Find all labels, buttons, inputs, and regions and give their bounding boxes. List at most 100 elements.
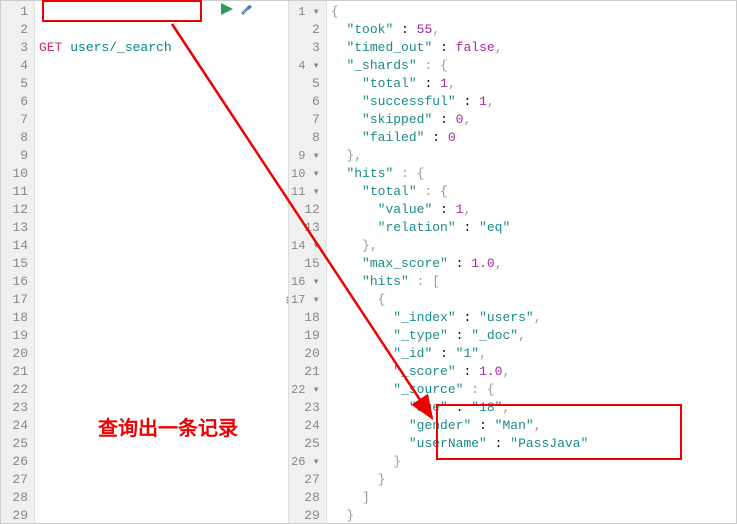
line-number: 27 (291, 471, 320, 489)
line-number: 25 (3, 435, 28, 453)
code-line: "age" : "18", (331, 399, 732, 417)
empty-line (39, 219, 284, 237)
code-line: "skipped" : 0, (331, 111, 732, 129)
line-number: 15 (3, 255, 28, 273)
line-number: 24 (291, 417, 320, 435)
code-line: "total" : { (331, 183, 732, 201)
line-number: 23 (3, 399, 28, 417)
line-number: 29 (3, 507, 28, 523)
empty-line (39, 273, 284, 291)
request-editor[interactable]: GET users/_search (35, 1, 288, 523)
empty-line (39, 201, 284, 219)
line-number: 23 (291, 399, 320, 417)
code-line: } (331, 453, 732, 471)
line-number: 25 (291, 435, 320, 453)
code-line: { (331, 3, 732, 21)
line-number: 9 ▾ (291, 147, 320, 165)
line-number: 12 (3, 201, 28, 219)
empty-line (39, 111, 284, 129)
code-line: { (331, 291, 732, 309)
line-number: 12 (291, 201, 320, 219)
empty-line (39, 381, 284, 399)
pane-resize-handle[interactable]: ⋯ (280, 296, 295, 302)
empty-line (39, 309, 284, 327)
empty-line (39, 237, 284, 255)
code-line: "gender" : "Man", (331, 417, 732, 435)
line-number: 19 (291, 327, 320, 345)
code-line: "_id" : "1", (331, 345, 732, 363)
response-pane: 1 ▾234 ▾56789 ▾10 ▾11 ▾121314 ▾1516 ▾17 … (289, 1, 736, 523)
line-number: 14 (3, 237, 28, 255)
empty-line (39, 345, 284, 363)
empty-line (39, 363, 284, 381)
code-line: "hits" : { (331, 165, 732, 183)
empty-line (39, 183, 284, 201)
right-gutter: 1 ▾234 ▾56789 ▾10 ▾11 ▾121314 ▾1516 ▾17 … (289, 1, 327, 523)
line-number: 5 (3, 75, 28, 93)
line-number: 17 (3, 291, 28, 309)
line-number: 28 (3, 489, 28, 507)
line-number: 1 ▾ (291, 3, 320, 21)
line-number: 14 ▾ (291, 237, 320, 255)
line-number: 26 (3, 453, 28, 471)
code-line: "_score" : 1.0, (331, 363, 732, 381)
code-line: "relation" : "eq" (331, 219, 732, 237)
line-number: 22 (3, 381, 28, 399)
code-line: "_type" : "_doc", (331, 327, 732, 345)
left-gutter: 1234567891011121314151617181920212223242… (1, 1, 35, 523)
run-icon[interactable] (220, 2, 234, 21)
line-number: 13 (291, 219, 320, 237)
empty-line (39, 507, 284, 523)
empty-line (39, 93, 284, 111)
code-line: "_index" : "users", (331, 309, 732, 327)
line-number: 29 (291, 507, 320, 523)
empty-line (39, 453, 284, 471)
empty-line (39, 489, 284, 507)
line-number: 11 ▾ (291, 183, 320, 201)
code-line: "hits" : [ (331, 273, 732, 291)
code-line: "_shards" : { (331, 57, 732, 75)
line-number: 27 (3, 471, 28, 489)
code-line: } (331, 507, 732, 523)
line-number: 19 (3, 327, 28, 345)
empty-line (39, 129, 284, 147)
line-number: 15 (291, 255, 320, 273)
line-number: 1 (3, 3, 28, 21)
code-line: "value" : 1, (331, 201, 732, 219)
empty-line (39, 255, 284, 273)
line-number: 11 (3, 183, 28, 201)
line-number: 10 (3, 165, 28, 183)
empty-line (39, 147, 284, 165)
empty-line (39, 471, 284, 489)
line-number: 3 (3, 39, 28, 57)
code-line: "successful" : 1, (331, 93, 732, 111)
line-number: 16 (3, 273, 28, 291)
code-line: "total" : 1, (331, 75, 732, 93)
annotation-label: 查询出一条记录 (98, 412, 238, 441)
line-number: 21 (3, 363, 28, 381)
request-toolbar (220, 2, 254, 21)
line-number: 20 (3, 345, 28, 363)
code-line: "_source" : { (331, 381, 732, 399)
empty-line (39, 165, 284, 183)
line-number: 2 (3, 21, 28, 39)
request-pane: 1234567891011121314151617181920212223242… (1, 1, 289, 523)
line-number: 7 (291, 111, 320, 129)
line-number: 22 ▾ (291, 381, 320, 399)
code-line: "failed" : 0 (331, 129, 732, 147)
code-line: }, (331, 237, 732, 255)
line-number: 28 (291, 489, 320, 507)
line-number: 24 (3, 417, 28, 435)
line-number: 8 (3, 129, 28, 147)
line-number: 26 ▾ (291, 453, 320, 471)
line-number: 4 (3, 57, 28, 75)
empty-line (39, 327, 284, 345)
response-viewer[interactable]: { "took" : 55, "timed_out" : false, "_sh… (327, 1, 736, 523)
line-number: 13 (3, 219, 28, 237)
http-method: GET (39, 40, 62, 55)
line-number: 6 (291, 93, 320, 111)
line-number: 7 (3, 111, 28, 129)
code-line: }, (331, 147, 732, 165)
request-path: users/_search (70, 40, 171, 55)
wrench-icon[interactable] (240, 2, 254, 21)
